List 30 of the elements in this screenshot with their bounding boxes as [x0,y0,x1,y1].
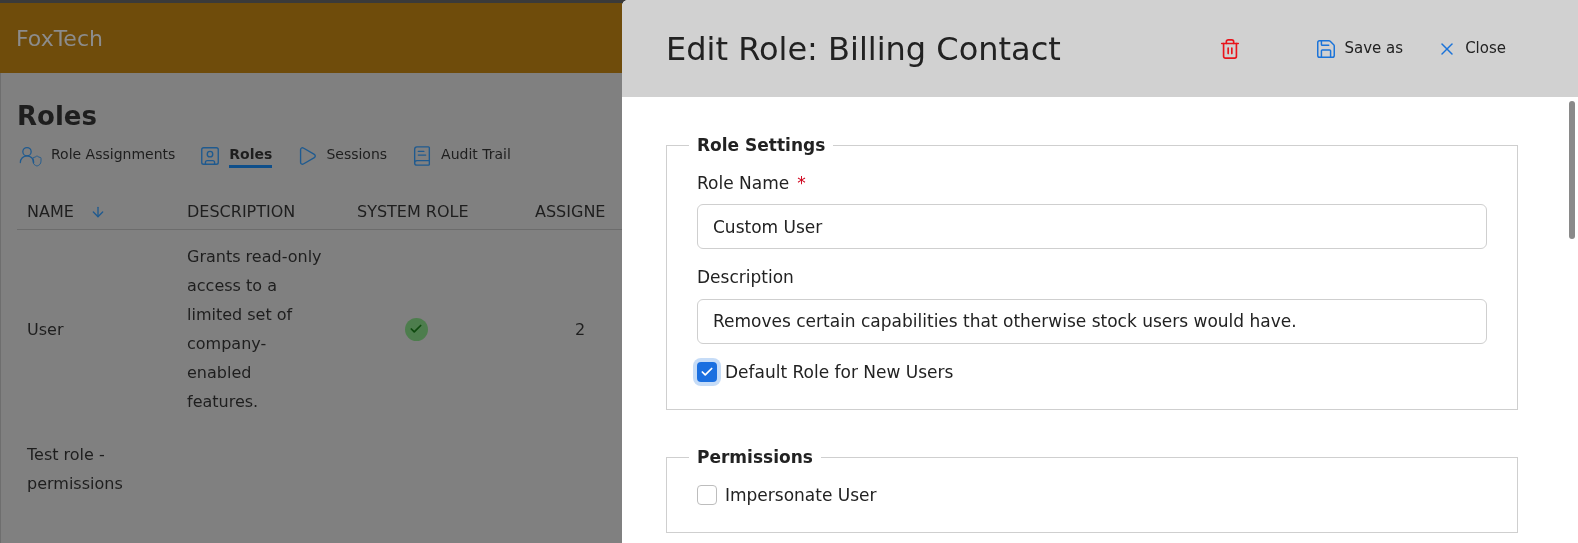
required-asterisk: * [797,171,806,195]
close-button[interactable]: Close [1437,37,1506,60]
badge-icon [199,145,222,167]
column-header[interactable]: DESCRIPTION [187,200,296,224]
input-field[interactable]: Removes certain capabilities that otherwise stock users would have. [697,298,1487,344]
field-label: Role Name [697,171,790,195]
checkbox-label: Impersonate User [725,483,877,507]
table-cell-text: 2 [575,318,586,341]
save-icon [1314,37,1337,60]
checkbox[interactable] [697,485,717,506]
column-header[interactable]: ASSIGNE [535,200,606,224]
tab[interactable]: Sessions [296,144,388,168]
section-legend: Role Settings [689,133,834,159]
save-as-button[interactable]: Save as [1314,37,1404,60]
table-cell-text: User [27,318,65,341]
tab[interactable]: Role Assignments [17,144,176,168]
section-legend: Permissions [689,445,821,471]
input-field[interactable]: Custom User [697,204,1487,249]
table-cell-text: Test role - permissions [27,444,124,495]
column-header[interactable]: SYSTEM ROLE [357,200,469,224]
tab[interactable]: Roles [199,144,273,168]
panel-title: Edit Role: Billing Contact [666,28,1062,70]
checkbox-label: Default Role for New Users [725,360,954,384]
field-label: Description [697,266,794,289]
table-cell-text: Grants read-only access to a limited set of company-enabled features. [187,246,323,413]
page-title: Roles [17,100,98,133]
column-header[interactable]: NAME [27,200,106,224]
brand-name: FoxTech [16,24,103,53]
user-shield-icon [17,145,43,167]
tab[interactable]: Audit Trail [411,144,511,168]
